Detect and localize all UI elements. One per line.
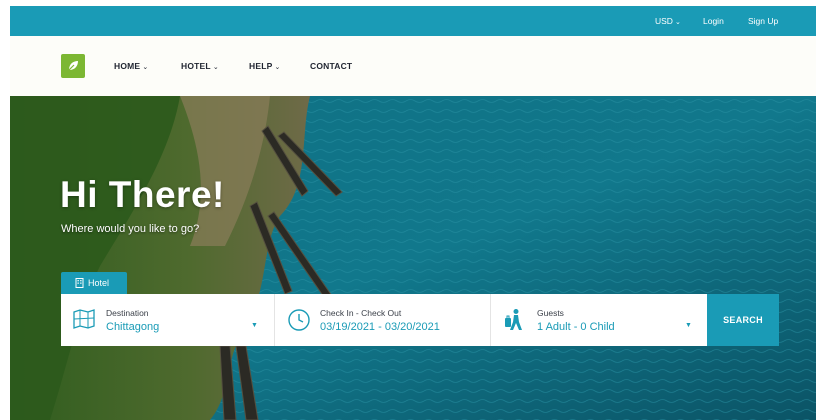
date-range-label: Check In - Check Out bbox=[320, 308, 402, 318]
hero-background-image bbox=[10, 96, 816, 420]
nav-item-contact[interactable]: CONTACT bbox=[310, 36, 352, 96]
search-button[interactable]: SEARCH bbox=[707, 294, 779, 346]
date-range-value: 03/19/2021 - 03/20/2021 bbox=[320, 321, 440, 333]
tab-hotel[interactable]: Hotel bbox=[61, 272, 127, 294]
nav-hotel-label: HOTEL bbox=[181, 61, 211, 71]
login-link[interactable]: Login bbox=[703, 6, 724, 36]
destination-value: Chittagong bbox=[106, 321, 160, 333]
clock-icon bbox=[288, 309, 310, 331]
nav-item-home[interactable]: HOME ⌄ bbox=[114, 36, 148, 96]
page: USD ⌄ Login Sign Up HOME ⌄ HOTEL ⌄ HELP ⌄ CO… bbox=[10, 6, 816, 420]
guests-field[interactable]: Guests 1 Adult - 0 Child ▼ bbox=[491, 294, 707, 346]
tab-hotel-label: Hotel bbox=[88, 278, 110, 288]
hero-banner: Hi There! Where would you like to go? Ho… bbox=[10, 96, 816, 420]
top-bar: USD ⌄ Login Sign Up bbox=[10, 6, 816, 36]
main-navbar: HOME ⌄ HOTEL ⌄ HELP ⌄ CONTACT bbox=[10, 36, 816, 96]
destination-label: Destination bbox=[106, 308, 149, 318]
search-form: Destination Chittagong ▼ Check In - Chec… bbox=[61, 294, 707, 346]
guests-value: 1 Adult - 0 Child bbox=[537, 321, 615, 333]
guests-label: Guests bbox=[537, 308, 564, 318]
building-icon bbox=[75, 278, 84, 288]
date-range-field[interactable]: Check In - Check Out 03/19/2021 - 03/20/… bbox=[275, 294, 491, 346]
nav-contact-label: CONTACT bbox=[310, 61, 353, 71]
nav-item-help[interactable]: HELP ⌄ bbox=[249, 36, 281, 96]
chevron-down-icon: ⌄ bbox=[142, 64, 149, 71]
chevron-down-icon: ⌄ bbox=[212, 64, 219, 71]
nav-help-label: HELP bbox=[249, 61, 273, 71]
leaf-logo-icon[interactable] bbox=[61, 54, 85, 78]
hero-title: Hi There! bbox=[60, 174, 225, 215]
nav-item-hotel[interactable]: HOTEL ⌄ bbox=[181, 36, 219, 96]
currency-selector[interactable]: USD ⌄ bbox=[655, 6, 681, 36]
destination-field[interactable]: Destination Chittagong ▼ bbox=[61, 294, 275, 346]
caret-down-icon: ▼ bbox=[251, 322, 258, 329]
chevron-down-icon: ⌄ bbox=[674, 19, 681, 26]
chevron-down-icon: ⌄ bbox=[274, 64, 281, 71]
caret-down-icon: ▼ bbox=[685, 322, 692, 329]
currency-label: USD bbox=[655, 16, 673, 26]
signup-link[interactable]: Sign Up bbox=[748, 6, 778, 36]
hero-subtitle: Where would you like to go? bbox=[61, 223, 200, 235]
traveler-icon bbox=[505, 309, 522, 330]
map-icon bbox=[73, 309, 95, 329]
nav-home-label: HOME bbox=[114, 61, 141, 71]
